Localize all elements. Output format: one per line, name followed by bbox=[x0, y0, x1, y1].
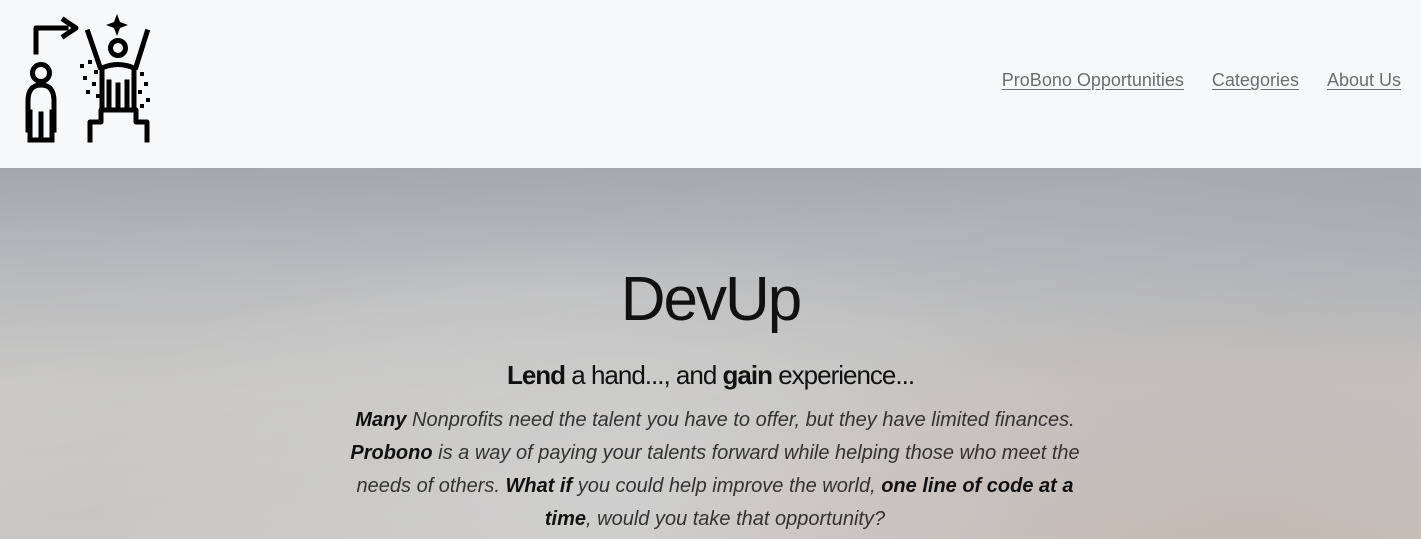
nav-link-probono-opportunities[interactable]: ProBono Opportunities bbox=[1002, 70, 1184, 91]
body-probono: Probono bbox=[350, 442, 433, 464]
tagline-text-1: a hand..., and bbox=[565, 360, 723, 390]
nav-link-about-us[interactable]: About Us bbox=[1327, 70, 1401, 91]
page: ProBono Opportunities Categories About U… bbox=[0, 0, 1421, 539]
tagline-text-2: experience... bbox=[771, 360, 915, 390]
person-celebrating-icon[interactable] bbox=[16, 12, 154, 146]
hero-description: Many Nonprofits need the talent you have… bbox=[335, 404, 1095, 536]
body-text-3: you could help improve the world, bbox=[572, 475, 882, 497]
body-text-4: , would you take that opportunity? bbox=[586, 508, 886, 530]
body-many: Many bbox=[355, 409, 407, 431]
hero-title: DevUp bbox=[620, 265, 803, 334]
nav-link-categories[interactable]: Categories bbox=[1212, 70, 1299, 91]
main-nav: ProBono Opportunities Categories About U… bbox=[1002, 70, 1401, 91]
body-text-1: Nonprofits need the talent you have to o… bbox=[406, 409, 1075, 431]
tagline-lend: Lend bbox=[506, 360, 566, 390]
hero-section: DevUp Lend a hand..., and gain experienc… bbox=[0, 168, 1421, 539]
body-what-if: What if bbox=[505, 475, 573, 497]
site-header: ProBono Opportunities Categories About U… bbox=[0, 0, 1421, 168]
hero-tagline: Lend a hand..., and gain experience... bbox=[0, 360, 1421, 391]
tagline-gain: gain bbox=[722, 360, 773, 390]
